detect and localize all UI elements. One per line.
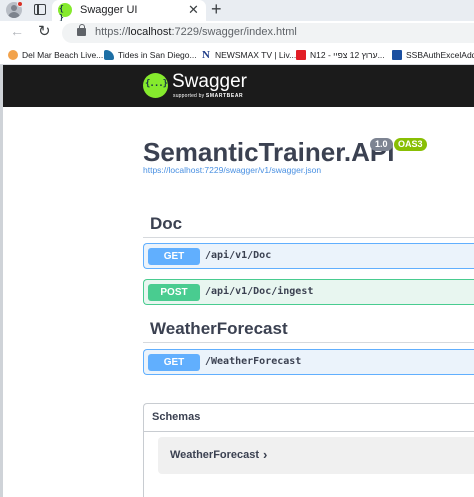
- bookmark-label: Tides in San Diego...: [118, 50, 197, 60]
- tab-title: Swagger UI: [80, 4, 138, 16]
- operation-path: /api/v1/Doc/ingest: [205, 286, 314, 297]
- url-text[interactable]: https://localhost:7229/swagger/index.htm…: [95, 26, 297, 38]
- swagger-logo-icon[interactable]: [143, 73, 168, 98]
- address-bar-row: ← ↻ https://localhost:7229/swagger/index…: [0, 21, 474, 44]
- swagger-favicon-icon: [58, 3, 72, 22]
- tag-divider: [143, 237, 474, 238]
- swagger-topbar: Swagger supported by SMARTBEAR: [3, 65, 474, 107]
- operation-path: /api/v1/Doc: [205, 250, 272, 261]
- supported-by: supported by SMARTBEAR: [173, 93, 243, 99]
- version-badge: 1.0: [370, 138, 393, 151]
- url-host: localhost: [128, 26, 172, 38]
- ssb-icon: [392, 50, 402, 60]
- bookmark-del-mar[interactable]: Del Mar Beach Live...: [8, 48, 103, 62]
- reload-icon[interactable]: ↻: [38, 22, 51, 40]
- operation-post-doc-ingest[interactable]: POST /api/v1/Doc/ingest: [143, 279, 474, 305]
- smartbear-text: SMARTBEAR: [205, 93, 244, 99]
- operation-path: /WeatherForecast: [205, 356, 302, 367]
- browser-window: Swagger UI ✕ + ← ↻ https://localhost:722…: [0, 0, 474, 497]
- api-title: SemanticTrainer.API: [143, 137, 395, 167]
- back-arrow-icon[interactable]: ←: [10, 23, 24, 39]
- sun-icon: [8, 50, 18, 60]
- new-tab-button[interactable]: +: [211, 0, 222, 19]
- tag-doc[interactable]: Doc: [150, 214, 182, 234]
- schemas-section: Schemas WeatherForecast ›: [143, 403, 474, 497]
- tab-actions-icon[interactable]: [34, 4, 46, 15]
- spec-url-link[interactable]: https://localhost:7229/swagger/v1/swagge…: [143, 165, 321, 175]
- tag-weatherforecast[interactable]: WeatherForecast: [150, 319, 288, 339]
- bookmark-label: NEWSMAX TV | Liv...: [215, 50, 297, 60]
- bookmark-ssb[interactable]: SSBAuthExcelAddin: [392, 48, 474, 62]
- n12-icon: [296, 50, 306, 60]
- oas-badge: OAS3: [394, 138, 427, 151]
- bookmark-label: Del Mar Beach Live...: [22, 50, 104, 60]
- tab-strip: Swagger UI ✕ +: [0, 0, 474, 22]
- operation-get-weatherforecast[interactable]: GET /WeatherForecast: [143, 349, 474, 375]
- newsmax-icon: N: [201, 49, 211, 61]
- operation-get-doc[interactable]: GET /api/v1/Doc: [143, 243, 474, 269]
- url-scheme: https://: [95, 26, 129, 38]
- wave-icon: [104, 50, 114, 60]
- supported-by-text: supported by: [173, 93, 205, 99]
- bookmark-n12[interactable]: N12 - ערוץ 12 צפיי...: [296, 48, 385, 62]
- tab-close-icon[interactable]: ✕: [188, 2, 199, 18]
- url-path: :7229/swagger/index.html: [171, 26, 297, 38]
- url-input[interactable]: https://localhost:7229/swagger/index.htm…: [62, 23, 474, 43]
- bookmark-newsmax[interactable]: N NEWSMAX TV | Liv...: [201, 48, 296, 62]
- chevron-right-icon[interactable]: ›: [263, 447, 267, 462]
- method-badge: GET: [148, 354, 200, 371]
- schemas-divider: [144, 431, 474, 432]
- bookmark-label: SSBAuthExcelAddin: [406, 50, 474, 60]
- swagger-brand[interactable]: Swagger: [172, 71, 247, 93]
- schemas-title[interactable]: Schemas: [152, 411, 200, 423]
- tab-swagger-ui[interactable]: Swagger UI ✕: [52, 0, 206, 22]
- model-weatherforecast[interactable]: WeatherForecast ›: [158, 437, 474, 474]
- method-badge: GET: [148, 248, 200, 265]
- bookmarks-bar: Del Mar Beach Live... Tides in San Diego…: [0, 44, 474, 65]
- lock-icon[interactable]: [77, 24, 86, 36]
- bookmark-label: N12 - ערוץ 12 צפיי...: [310, 50, 385, 60]
- bookmark-tides[interactable]: Tides in San Diego...: [104, 48, 197, 62]
- notification-dot: [17, 1, 23, 7]
- method-badge: POST: [148, 284, 200, 301]
- sidebar-edge: [0, 65, 3, 497]
- model-name: WeatherForecast: [170, 449, 260, 461]
- tag-divider: [143, 342, 474, 343]
